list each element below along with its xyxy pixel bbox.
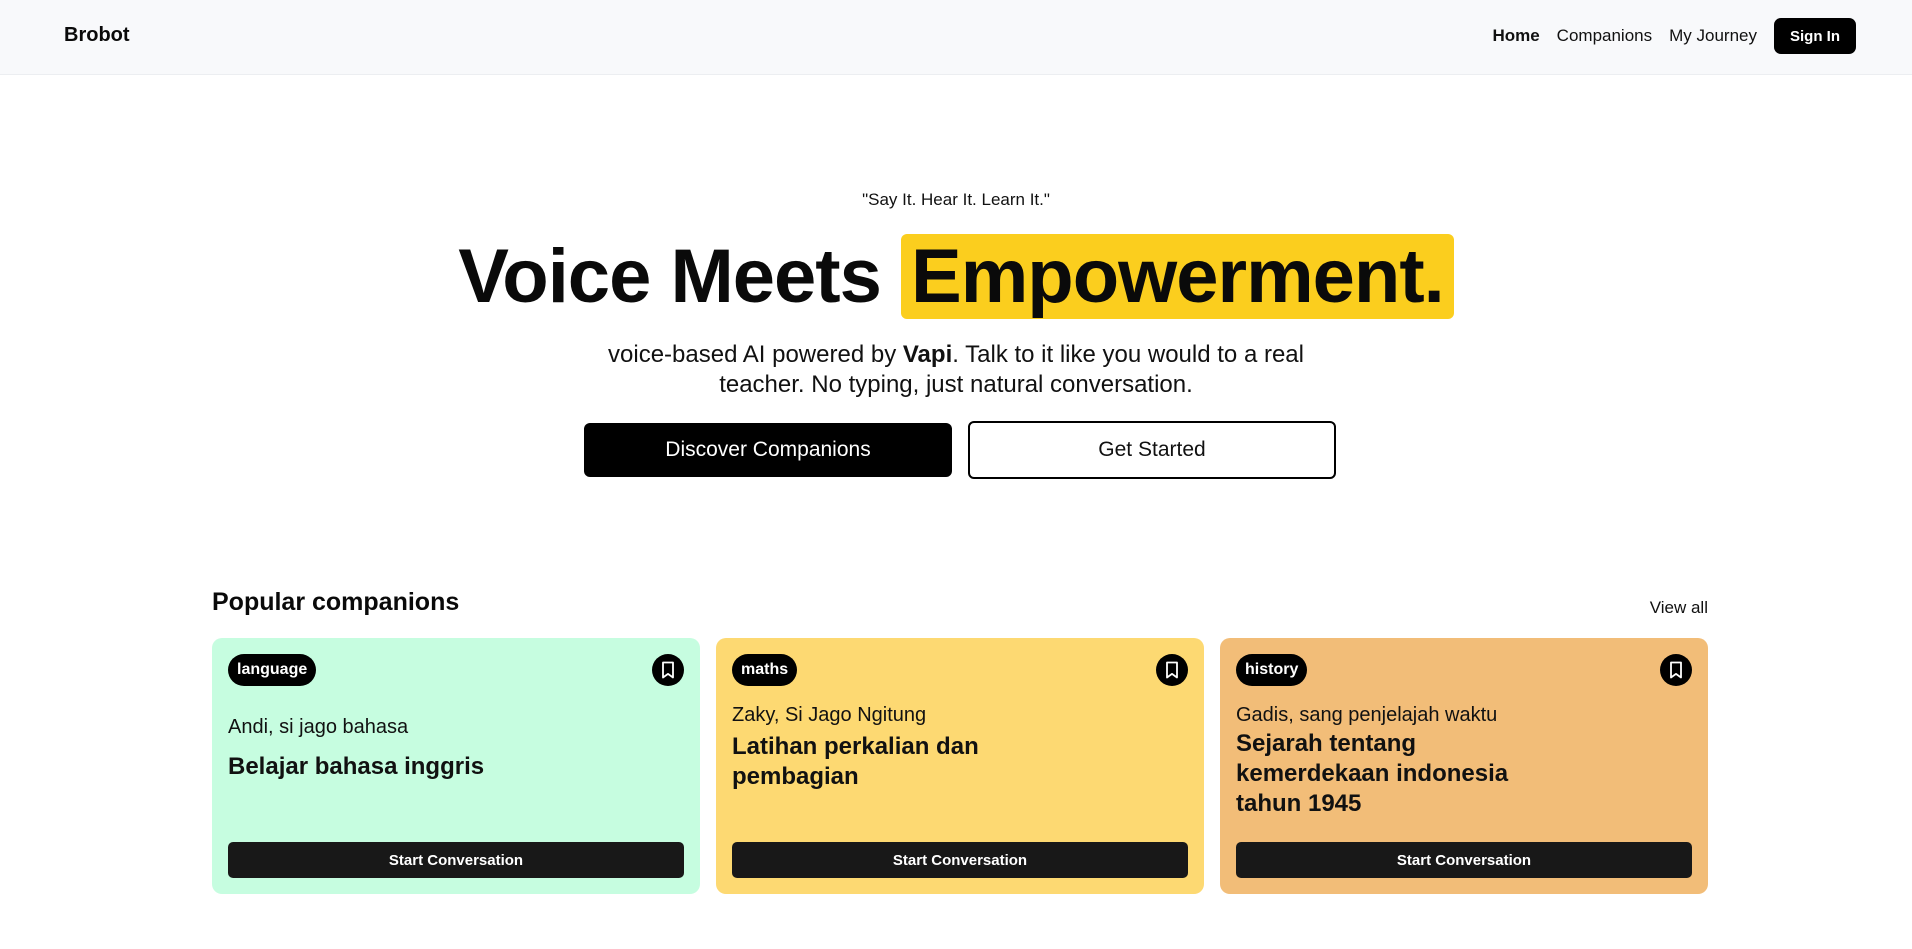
start-conversation-button[interactable]: Start Conversation — [1236, 842, 1692, 878]
hero-headline: Voice Meets Empowerment. — [0, 232, 1912, 322]
companion-name: Zaky, Si Jago Ngitung — [732, 704, 927, 726]
brand-logo[interactable]: Brobot — [64, 24, 130, 47]
subject-badge: maths — [732, 654, 798, 686]
bookmark-icon — [662, 661, 674, 679]
description-part-1: voice-based AI powered by — [608, 341, 897, 368]
discover-companions-button[interactable]: Discover Companions — [584, 423, 952, 477]
start-conversation-button[interactable]: Start Conversation — [228, 842, 684, 878]
view-all-link[interactable]: View all — [1650, 598, 1708, 618]
companion-topic: Sejarah tentang kemerdekaan indonesia ta… — [1236, 730, 1509, 817]
sign-in-button[interactable]: Sign In — [1774, 18, 1856, 54]
hero-tagline: "Say It. Hear It. Learn It." — [862, 190, 1050, 209]
card-header: history — [1236, 654, 1692, 686]
companion-name: Gadis, sang penjelajah waktu — [1236, 704, 1498, 726]
card-header: language — [228, 654, 684, 686]
bookmark-button[interactable] — [652, 654, 684, 686]
get-started-button[interactable]: Get Started — [968, 421, 1336, 479]
description-brand: Vapi — [902, 341, 953, 368]
subject-badge: history — [1236, 654, 1308, 686]
companion-card-language: language Andi, si jago bahasa Belajar ba… — [212, 638, 700, 894]
bookmark-icon — [1670, 661, 1682, 679]
companion-name: Andi, si jago bahasa — [228, 716, 409, 738]
subject-badge: language — [228, 654, 317, 686]
headline-prefix: Voice Meets — [458, 234, 882, 319]
companion-topic: Latihan perkalian dan pembagian — [732, 733, 979, 790]
nav-link-companions[interactable]: Companions — [1557, 26, 1652, 46]
bookmark-icon — [1166, 661, 1178, 679]
bookmark-button[interactable] — [1156, 654, 1188, 686]
nav-link-my-journey[interactable]: My Journey — [1669, 26, 1757, 46]
hero-description: voice-based AI powered by Vapi. Talk to … — [596, 340, 1316, 400]
card-header: maths — [732, 654, 1188, 686]
companion-topic: Belajar bahasa inggris — [228, 753, 485, 780]
companion-card-history: history Gadis, sang penjelajah waktu Sej… — [1220, 638, 1708, 894]
top-navbar: Brobot Home Companions My Journey Sign I… — [0, 0, 1912, 75]
companion-card-maths: maths Zaky, Si Jago Ngitung Latihan perk… — [716, 638, 1204, 894]
section-title: Popular companions — [212, 588, 460, 616]
nav-links: Home Companions My Journey Sign In — [1492, 18, 1856, 54]
start-conversation-button[interactable]: Start Conversation — [732, 842, 1188, 878]
nav-link-home[interactable]: Home — [1492, 26, 1539, 46]
headline-highlight: Empowerment. — [901, 234, 1454, 319]
bookmark-button[interactable] — [1660, 654, 1692, 686]
